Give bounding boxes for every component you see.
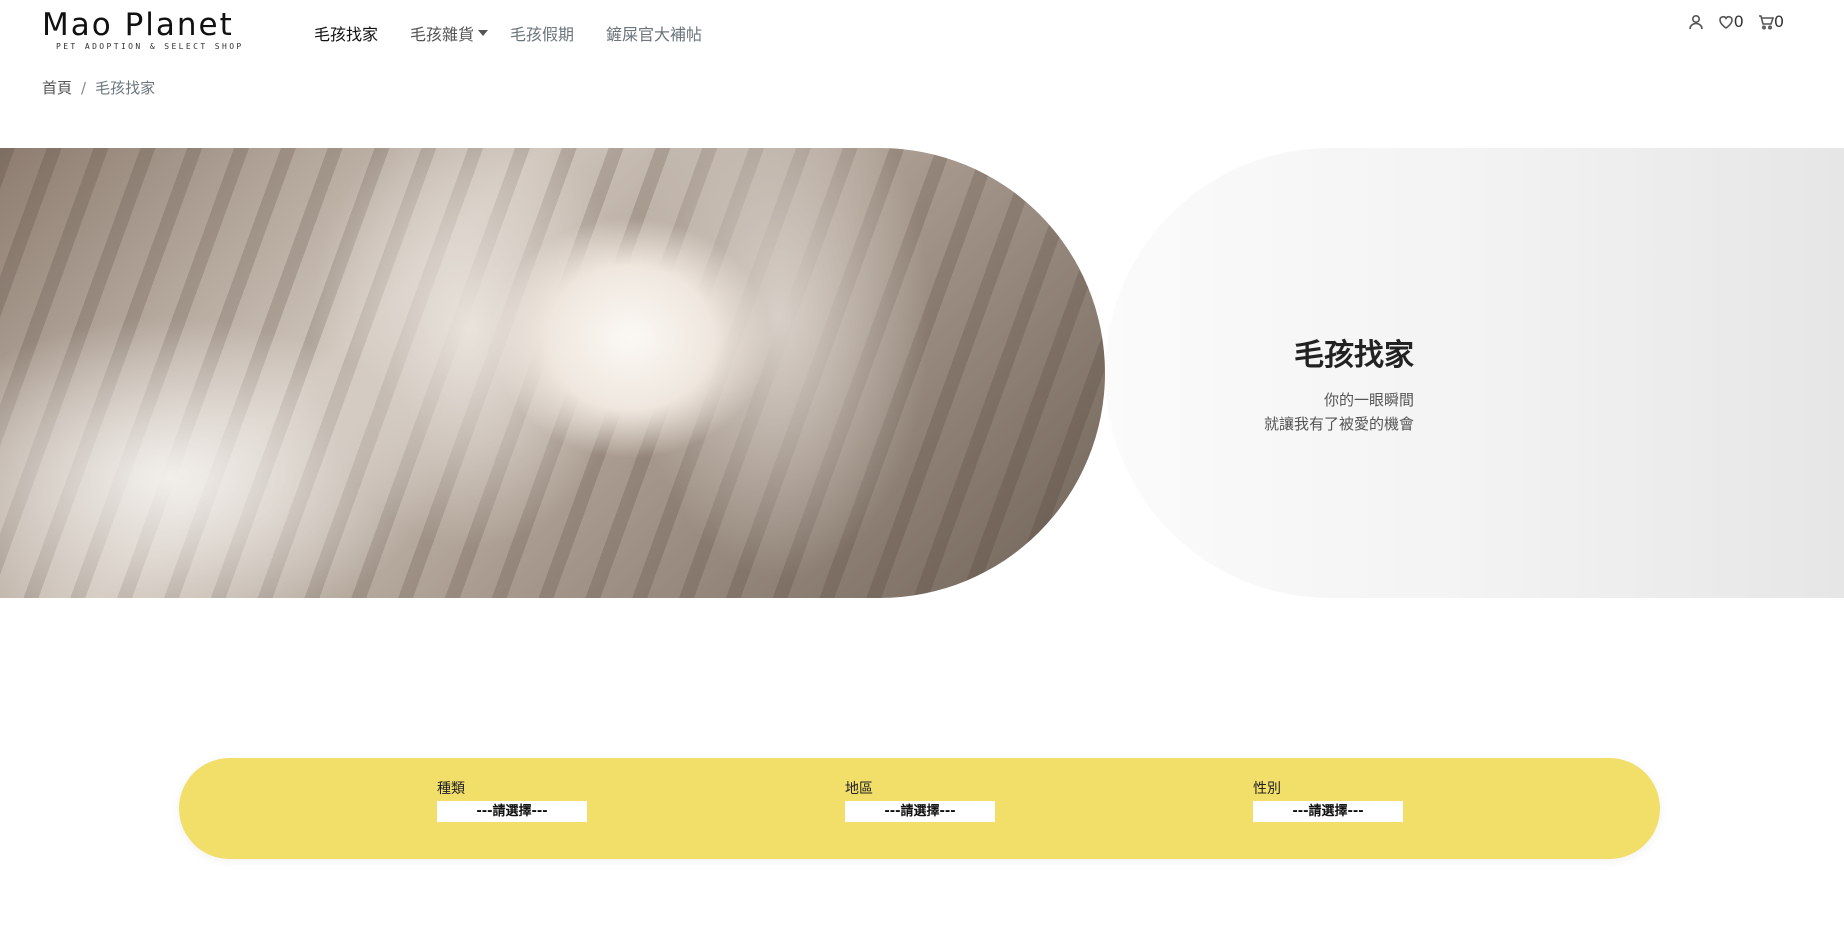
filter-region-label: 地區 [845,781,873,797]
filter-species: 種類 ---請選擇--- [437,778,587,822]
hero-title: 毛孩找家 [1294,338,1414,373]
hero-panel [1105,148,1844,598]
site-logo[interactable]: Mao Planet PET ADOPTION & SELECT SHOP [42,8,252,52]
hero-line-2: 就讓我有了被愛的機會 [1263,415,1414,433]
nav-item-goods-label: 毛孩雜貨 [410,25,475,44]
hero-text: 毛孩找家 你的一眼瞬間 就讓我有了被愛的機會 [1264,330,1414,436]
chevron-down-icon [478,30,489,36]
user-icon [1688,14,1703,29]
hero-line-1: 你的一眼瞬間 [1323,391,1414,409]
filter-bar: 種類 ---請選擇--- 地區 ---請選擇--- 性別 ---請選擇--- [179,758,1660,859]
nav-item-holiday[interactable]: 毛孩假期 [510,21,574,45]
filter-region: 地區 ---請選擇--- [845,778,995,822]
nav-item-guide[interactable]: 鏟屎官大補帖 [606,21,702,45]
nav-item-goods[interactable]: 毛孩雜貨 [410,21,489,45]
wishlist-count: 0 [1733,12,1744,31]
logo-title: Mao Planet [42,7,234,43]
header-icons: 0 0 [1674,12,1784,31]
filter-species-label: 種類 [437,781,465,797]
filter-gender-select[interactable]: ---請選擇--- [1253,801,1403,822]
account-button[interactable] [1688,14,1704,30]
cart-count: 0 [1773,12,1784,31]
filter-gender: 性別 ---請選擇--- [1253,778,1403,822]
wishlist-button[interactable]: 0 [1718,12,1744,31]
logo-subtitle: PET ADOPTION & SELECT SHOP [56,42,244,51]
breadcrumb: 首頁 / 毛孩找家 [42,77,155,98]
main-nav: 毛孩找家 毛孩雜貨 毛孩假期 鏟屎官大補帖 [314,21,734,45]
breadcrumb-home[interactable]: 首頁 [42,79,72,97]
filter-region-select[interactable]: ---請選擇--- [845,801,995,822]
breadcrumb-current: 毛孩找家 [95,79,156,97]
hero-image [0,148,1105,598]
filter-gender-label: 性別 [1253,781,1281,797]
cart-icon [1758,14,1774,30]
cart-button[interactable]: 0 [1758,12,1784,31]
nav-item-adoption[interactable]: 毛孩找家 [314,21,378,45]
heart-icon [1718,15,1733,29]
filter-species-select[interactable]: ---請選擇--- [437,801,587,822]
breadcrumb-separator: / [81,79,87,97]
